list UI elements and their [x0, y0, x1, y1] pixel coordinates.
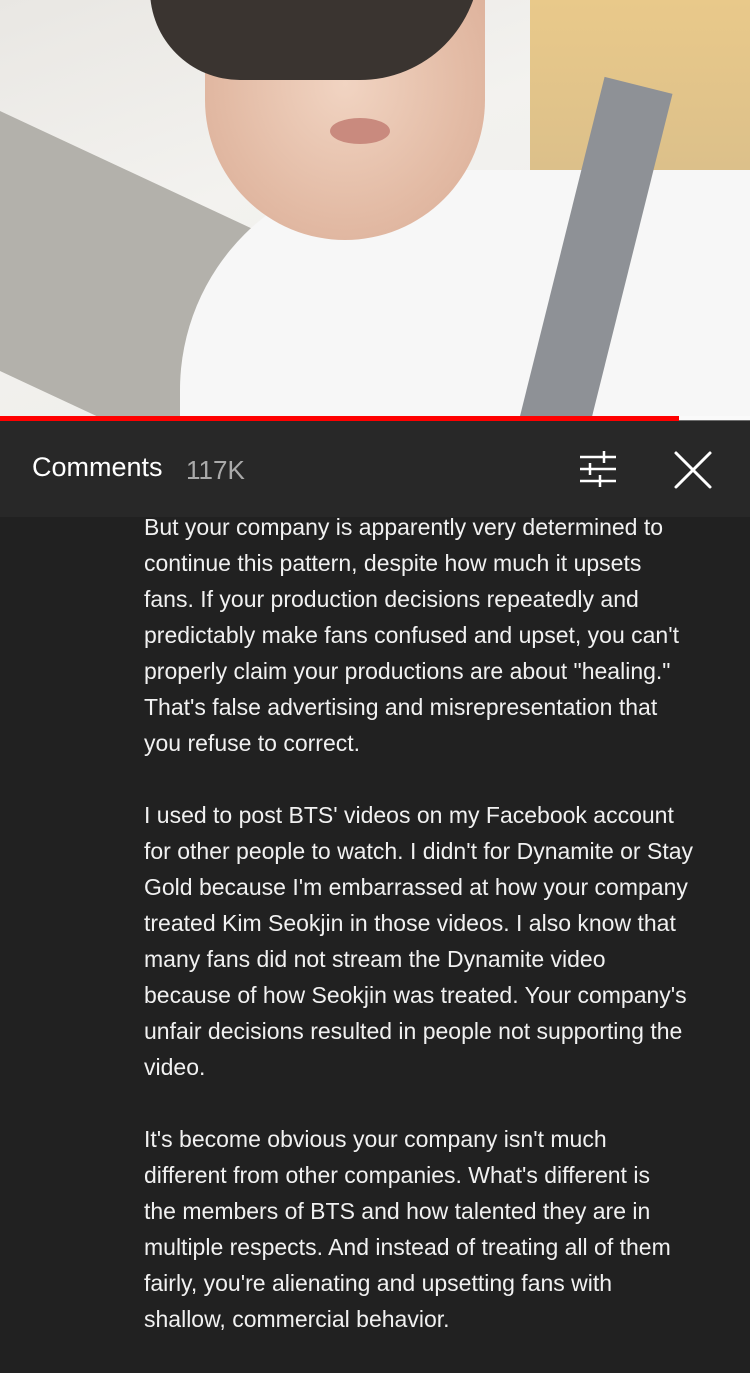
- comment-paragraph: I used to post BTS' videos on my Faceboo…: [144, 802, 694, 1080]
- sort-filter-button[interactable]: [576, 449, 620, 489]
- video-frame-lips: [330, 118, 390, 144]
- sort-filter-icon: [580, 451, 616, 487]
- video-player[interactable]: [0, 0, 750, 420]
- comment-paragraph: But your company is apparently very dete…: [144, 514, 679, 756]
- comments-title: Comments: [32, 452, 163, 482]
- comment-text: But your company is apparently very dete…: [144, 509, 734, 1373]
- comment-paragraph: It's become obvious your company isn't m…: [144, 1126, 671, 1332]
- close-icon: [674, 451, 712, 489]
- close-comments-button[interactable]: [672, 449, 714, 491]
- comments-header: Comments 117K: [0, 421, 750, 517]
- comments-count: 117K: [186, 455, 245, 485]
